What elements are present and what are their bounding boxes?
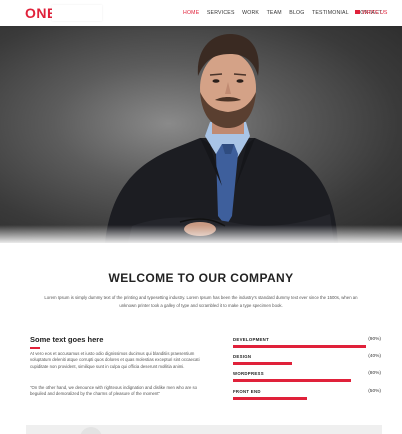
skill-name: FRONT END [233,389,261,394]
nav-item-services[interactable]: SERVICES [207,10,235,17]
about-paragraph-1: At vero eos et accusamus et iusto odio d… [30,351,200,369]
logo-placeholder-box [52,5,102,21]
skill-percent: (50%) [368,389,381,394]
skill-progress-fill [233,345,367,348]
skill-percent: (40%) [368,354,381,359]
nav-item-team[interactable]: TEAM [267,10,282,17]
skill-progress-bar [233,379,381,382]
nav-item-home[interactable]: HOME [183,10,199,17]
nav-item-blog[interactable]: BLOG [289,10,304,17]
skill-name: DEVELOPMENT [233,337,270,342]
welcome-title: WELCOME TO OUR COMPANY [108,271,294,285]
about-title-underline [30,347,40,349]
skill-progress-fill [233,362,293,365]
skill-progress-bar [233,397,381,400]
skill-progress-bar [233,362,381,365]
write-us-link[interactable]: WRITE US [355,9,388,17]
hero-fade [0,225,402,243]
skill-name: DESIGN [233,354,252,359]
about-title: Some text goes here [30,335,104,344]
skill-progress-bar [233,345,381,348]
envelope-icon [355,9,360,14]
top-navbar: ONE HOME SERVICES WORK TEAM BLOG TESTIMO… [0,0,402,26]
write-us-label: WRITE US [362,10,388,16]
businessman-portrait-image [105,34,338,243]
nav-item-work[interactable]: WORK [242,10,259,17]
about-paragraph-2: "On the other hand, we denounce with rig… [30,385,198,397]
skill-percent: (90%) [368,337,381,342]
skill-name: WORDPRESS [233,371,264,376]
skill-progress-fill [233,397,307,400]
nav-item-testimonial[interactable]: TESTIMONIAL [312,10,349,17]
welcome-text: Lorem Ipsum is simply dummy text of the … [44,295,358,308]
skill-progress-fill [233,379,352,382]
skill-percent: (80%) [368,371,381,376]
hero-banner [0,26,402,243]
next-section-band [26,425,382,434]
